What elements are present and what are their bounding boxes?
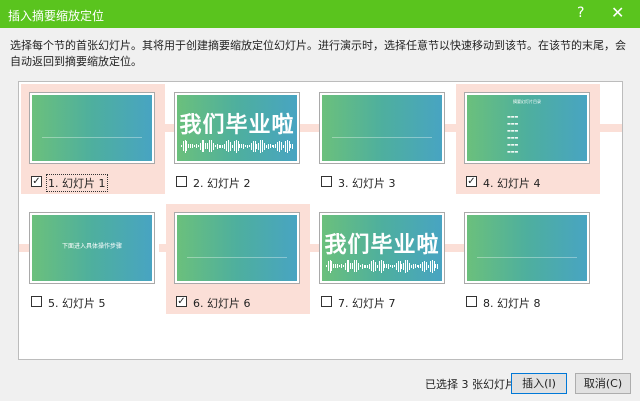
slide-label: 6. 幻灯片 6 <box>193 297 251 310</box>
slide-heading-text: 摘要幻灯片目录 <box>513 99 541 104</box>
slide-thumbnail[interactable] <box>174 212 300 284</box>
slide-thumbnail[interactable]: 我们毕业啦 <box>319 212 445 284</box>
section-connector <box>605 124 622 132</box>
help-icon[interactable]: ? <box>577 5 584 21</box>
slide-checkbox-4[interactable]: ✓ <box>466 176 477 187</box>
slide-item-5[interactable]: 下面进入具体操作步骤 5. 幻灯片 5 <box>21 204 165 314</box>
slide-thumbnail[interactable]: 摘要幻灯片目录 ▬▬▬ ▬▬▬ ▬▬▬ ▬▬▬ ▬▬▬ ▬▬▬ <box>464 92 590 164</box>
dialog-description: 选择每个节的首张幻灯片。其将用于创建摘要缩放定位幻灯片。进行演示时，选择任意节以… <box>10 39 626 68</box>
slide-checkbox-6[interactable]: ✓ <box>176 296 187 307</box>
slide-item-8[interactable]: 8. 幻灯片 8 <box>456 204 600 314</box>
slide-label: 4. 幻灯片 4 <box>483 177 541 190</box>
slide-title-text: 我们毕业啦 <box>324 233 440 258</box>
slide-item-7[interactable]: 我们毕业啦 7. 幻灯片 7 <box>311 204 455 314</box>
title-bar: 插入摘要缩放定位 ? ✕ <box>0 0 640 28</box>
selection-status: 已选择 3 张幻灯片 <box>425 378 516 391</box>
slide-title-text: 我们毕业啦 <box>179 113 295 138</box>
insert-button[interactable]: 插入(I) <box>511 373 567 394</box>
slide-list-graphic: ▬▬▬ ▬▬▬ ▬▬▬ ▬▬▬ ▬▬▬ ▬▬▬ <box>507 114 519 154</box>
slide-item-6[interactable]: ✓ 6. 幻灯片 6 <box>166 204 310 314</box>
slide-checkbox-3[interactable] <box>321 176 332 187</box>
slide-item-4[interactable]: 摘要幻灯片目录 ▬▬▬ ▬▬▬ ▬▬▬ ▬▬▬ ▬▬▬ ▬▬▬ ✓ 4. 幻灯片 4 <box>456 84 600 194</box>
waveform-graphic <box>325 259 439 273</box>
slide-thumbnail[interactable] <box>319 92 445 164</box>
slide-body-text: 下面进入具体操作步骤 <box>61 243 122 250</box>
slide-label: 2. 幻灯片 2 <box>193 177 251 190</box>
slide-checkbox-2[interactable] <box>176 176 187 187</box>
cancel-button[interactable]: 取消(C) <box>575 373 631 394</box>
slide-checkbox-1[interactable]: ✓ <box>31 176 42 187</box>
slide-label: 1. 幻灯片 1 <box>46 174 108 192</box>
slide-thumbnail[interactable] <box>464 212 590 284</box>
slide-thumbnail[interactable] <box>29 92 155 164</box>
slide-thumbnail[interactable]: 下面进入具体操作步骤 <box>29 212 155 284</box>
slide-item-3[interactable]: 3. 幻灯片 3 <box>311 84 455 194</box>
slide-item-1[interactable]: ✓ 1. 幻灯片 1 <box>21 84 165 194</box>
slide-label: 5. 幻灯片 5 <box>48 297 106 310</box>
waveform-graphic <box>180 139 294 153</box>
slide-checkbox-5[interactable] <box>31 296 42 307</box>
slide-selection-panel: ✓ 1. 幻灯片 1 我们毕业啦 2. 幻灯片 2 3. 幻灯片 3 摘要幻灯片… <box>18 81 623 360</box>
slide-label: 8. 幻灯片 8 <box>483 297 541 310</box>
slide-thumbnail[interactable]: 我们毕业啦 <box>174 92 300 164</box>
slide-label: 7. 幻灯片 7 <box>338 297 396 310</box>
slide-checkbox-8[interactable] <box>466 296 477 307</box>
slide-label: 3. 幻灯片 3 <box>338 177 396 190</box>
slide-checkbox-7[interactable] <box>321 296 332 307</box>
slide-item-2[interactable]: 我们毕业啦 2. 幻灯片 2 <box>166 84 310 194</box>
window-title: 插入摘要缩放定位 <box>8 9 105 23</box>
close-icon[interactable]: ✕ <box>611 3 624 22</box>
